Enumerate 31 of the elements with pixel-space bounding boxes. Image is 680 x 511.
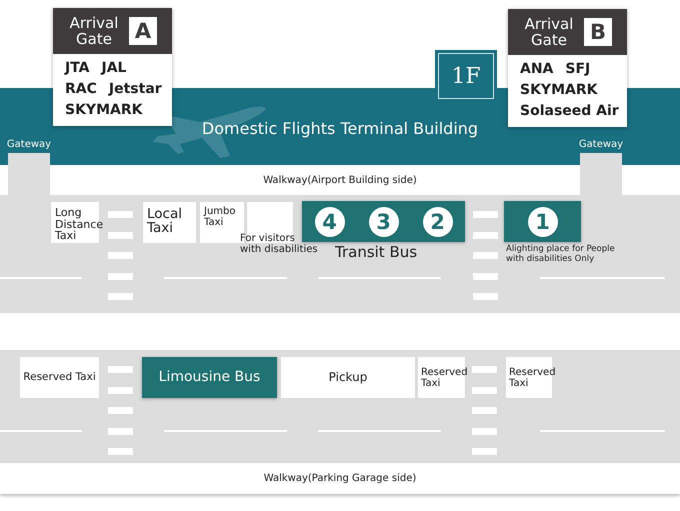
gate-letter: B	[584, 18, 612, 46]
note-text: Alighting place for People with disabilities Only	[506, 244, 615, 264]
stop-caption: Transit Bus	[335, 243, 418, 261]
stop-number: 2	[422, 206, 452, 236]
taxi-stand: Reserved Taxi	[418, 357, 465, 398]
walkway: Walkway(Parking Garage side)	[0, 463, 680, 494]
airline-name: SKYMARK	[520, 81, 598, 100]
building-title: Domestic Flights Terminal Building	[202, 119, 478, 138]
taxi-stand: Reserved Taxi	[20, 357, 99, 398]
airline-name: SKYMARK	[65, 101, 142, 120]
floor-badge: 1F	[435, 50, 497, 102]
gate-title: Arrival Gate	[68, 15, 120, 47]
bus-stop: Limousine Bus	[142, 357, 277, 398]
airline-name: Jetstar	[108, 80, 162, 99]
pickup-area: Pickup	[281, 357, 415, 398]
gate-letter: A	[129, 17, 157, 45]
airline-name: RAC	[65, 80, 97, 99]
gateway-passage	[8, 153, 50, 195]
stop-number: 1	[528, 206, 558, 236]
airline-name: JAL	[102, 59, 126, 78]
stop-number: 4	[314, 206, 344, 236]
stop-number: 3	[368, 206, 398, 236]
airline-name: JTA	[65, 59, 90, 78]
gate-title: Arrival Gate	[524, 16, 574, 48]
gateway-label: Gateway	[6, 139, 52, 150]
taxi-stand: Local Taxi	[143, 202, 196, 243]
airline-name: Solaseed Air	[520, 102, 619, 121]
airline-name: SFJ	[565, 60, 590, 79]
airline-name: ANA	[520, 60, 554, 79]
gateway-passage	[580, 153, 622, 195]
gateway-label: Gateway	[578, 139, 624, 150]
